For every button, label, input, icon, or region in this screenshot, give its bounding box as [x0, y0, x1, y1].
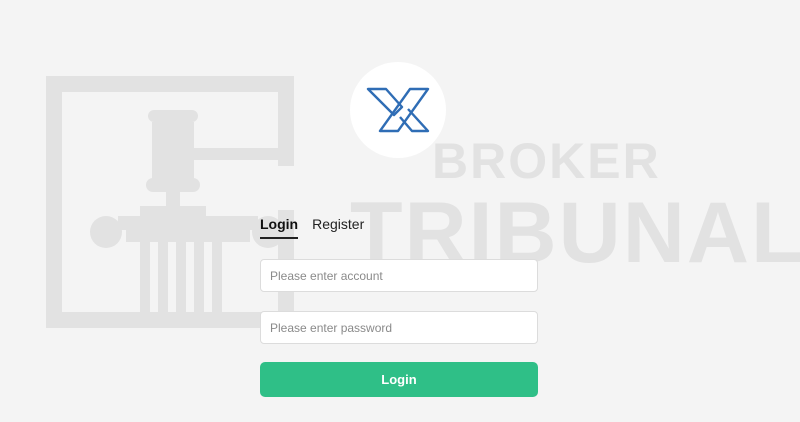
x-logo-icon — [366, 87, 430, 133]
password-input[interactable] — [260, 311, 538, 344]
gavel-pillar-icon — [46, 76, 294, 328]
auth-tabs: Login Register — [260, 216, 364, 239]
watermark-broker-text: BROKER — [432, 133, 661, 189]
login-button[interactable]: Login — [260, 362, 538, 397]
account-input[interactable] — [260, 259, 538, 292]
logo — [350, 62, 446, 158]
tab-login[interactable]: Login — [260, 216, 299, 239]
tab-register[interactable]: Register — [312, 216, 364, 239]
